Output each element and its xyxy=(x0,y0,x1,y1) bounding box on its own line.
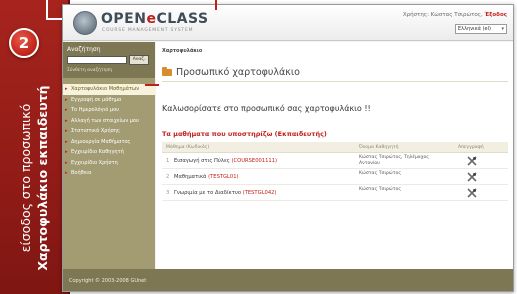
pointer-line-h xyxy=(46,18,62,20)
sidebar: Αναζήτηση Αναζ. Σύνθετη αναζήτηση Χαρτοφ… xyxy=(63,42,155,269)
annotation-strip: 2 είσοδος στο προσωπικό Χαρτοφυλάκιο εκπ… xyxy=(0,0,70,294)
platform-screenshot: OPENeCLASS COURSE MANAGEMENT SYSTEM Χρήσ… xyxy=(62,4,514,292)
search-button[interactable]: Αναζ. xyxy=(129,55,149,65)
table-row: 1 Εισαγωγή στις Πύλες (COURSE001111) Κώσ… xyxy=(162,153,508,169)
course-link[interactable]: Εισαγωγή στις Πύλες (COURSE001111) xyxy=(174,158,277,164)
column-header-teacher: Όνομα Καθηγητή xyxy=(359,145,399,150)
search-box: Αναζήτηση Αναζ. Σύνθετη αναζήτηση xyxy=(63,42,155,78)
pointer-line-top xyxy=(215,0,217,10)
logout-link[interactable]: Έξοδος xyxy=(485,12,508,18)
table-row: 3 Γνωριμία με το Διαδίκτυο (TESTGL042) Κ… xyxy=(162,185,508,201)
logo[interactable]: OPENeCLASS xyxy=(101,11,209,27)
teacher-name: Κώστας Τσιρώτος, Τηλέμαχος Αντονίου xyxy=(359,155,429,166)
step-badge: 2 xyxy=(9,28,39,58)
sidebar-item-calendar[interactable]: Το Ημερολόγιό μου xyxy=(63,105,155,116)
courses-table: Μάθημα (Κωδικός) Όνομα Καθηγητή Απεγγραφ… xyxy=(162,142,508,201)
course-link[interactable]: Μαθηματικά (TESTGL01) xyxy=(174,174,239,180)
user-name: Κώστας Τσιρώτος xyxy=(430,12,481,18)
main-content: Χαρτοφυλάκιο Προσωπικό χαρτοφυλάκιο Καλω… xyxy=(156,42,513,269)
unregister-icon[interactable] xyxy=(466,188,478,198)
annotation-line-1: είσοδος στο προσωπικό xyxy=(18,103,33,253)
user-info: Χρήστης: Κώστας Τσιρώτος, Έξοδος xyxy=(402,12,508,18)
advanced-search-link[interactable]: Σύνθετη αναζήτηση xyxy=(67,68,112,73)
language-select[interactable]: Ελληνικά (el) ▾ xyxy=(455,24,507,34)
page-title-row: Προσωπικό χαρτοφυλάκιο xyxy=(162,64,508,82)
breadcrumb: Χαρτοφυλάκιο xyxy=(162,48,203,54)
sidebar-item-help[interactable]: Βοήθεια xyxy=(63,168,155,179)
logo-emblem-icon xyxy=(73,11,97,35)
teacher-name: Κώστας Τσιρώτος xyxy=(359,187,402,192)
pointer-line-left xyxy=(46,0,48,20)
sidebar-item-user-manual[interactable]: Εγχειρίδιο Χρήστη xyxy=(63,158,155,169)
teacher-name: Κώστας Τσιρώτος xyxy=(359,171,402,176)
header-bar: OPENeCLASS COURSE MANAGEMENT SYSTEM Χρήσ… xyxy=(63,5,513,41)
chevron-down-icon: ▾ xyxy=(501,26,504,32)
unregister-icon[interactable] xyxy=(466,156,478,166)
search-title: Αναζήτηση xyxy=(67,46,101,53)
sidebar-item-teacher-manual[interactable]: Εγχειρίδιο Καθηγητή xyxy=(63,147,155,158)
courses-heading: Τα μαθήματα που υποστηρίζω (Εκπαιδευτής) xyxy=(162,130,327,138)
folder-icon xyxy=(162,67,172,76)
sidebar-menu: Χαρτοφυλάκιο Μαθημάτων Εγγραφή σε μάθημα… xyxy=(63,84,155,179)
table-row: 2 Μαθηματικά (TESTGL01) Κώστας Τσιρώτος xyxy=(162,169,508,185)
unregister-icon[interactable] xyxy=(466,172,478,182)
pointer-arrow xyxy=(145,84,159,86)
logo-subtitle: COURSE MANAGEMENT SYSTEM xyxy=(102,28,194,33)
sidebar-item-statistics[interactable]: Στατιστικά Χρήσης xyxy=(63,126,155,137)
search-input[interactable] xyxy=(67,56,127,64)
sidebar-item-profile[interactable]: Αλλαγή των στοιχείων μου xyxy=(63,116,155,127)
annotation-line-2: Χαρτοφυλάκιο εκπαιδευτή xyxy=(35,85,50,271)
footer: Copyright © 2003-2008 GUnet xyxy=(63,269,513,291)
table-header: Μάθημα (Κωδικός) Όνομα Καθηγητή Απεγγραφ… xyxy=(162,142,508,153)
course-link[interactable]: Γνωριμία με το Διαδίκτυο (TESTGL042) xyxy=(174,190,276,196)
sidebar-item-portfolio[interactable]: Χαρτοφυλάκιο Μαθημάτων xyxy=(63,84,155,95)
annotation-caption: είσοδος στο προσωπικό Χαρτοφυλάκιο εκπαι… xyxy=(17,63,51,293)
page-title: Προσωπικό χαρτοφυλάκιο xyxy=(176,67,300,78)
column-header-unregister: Απεγγραφή xyxy=(458,145,484,150)
sidebar-item-enroll[interactable]: Εγγραφή σε μάθημα xyxy=(63,95,155,106)
welcome-message: Καλωσορίσατε στο προσωπικό σας χαρτοφυλά… xyxy=(162,104,371,113)
sidebar-item-create-course[interactable]: Δημιουργία Μαθήματος xyxy=(63,137,155,148)
column-header-course: Μάθημα (Κωδικός) xyxy=(166,145,210,150)
